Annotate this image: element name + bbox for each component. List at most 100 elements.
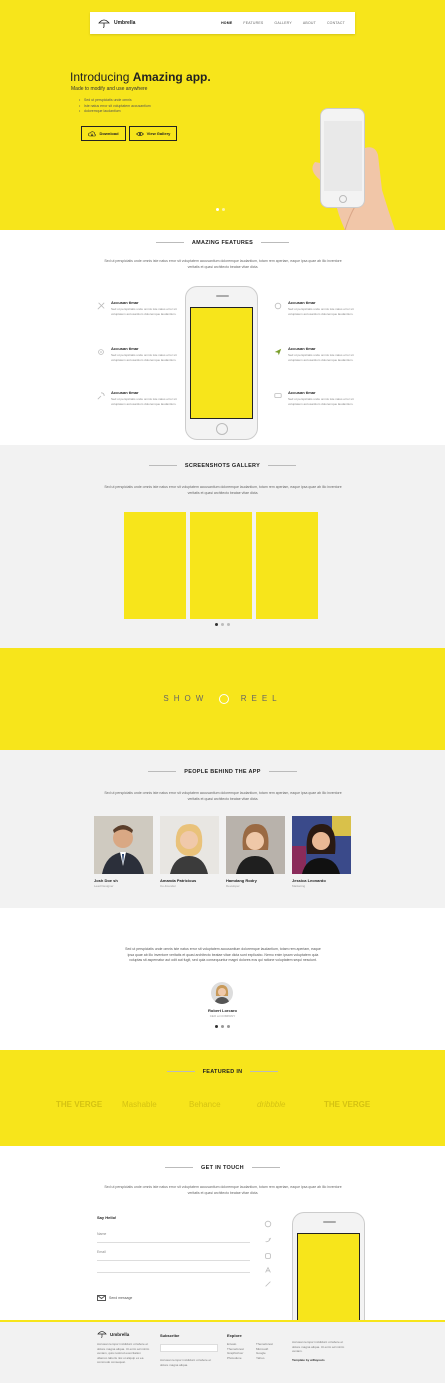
- feature-title: Accusan timar: [288, 346, 316, 351]
- hero-phone: [320, 108, 365, 208]
- phone-speaker: [216, 295, 229, 297]
- slider-dot[interactable]: [221, 1025, 224, 1028]
- member-role: Marketing: [292, 884, 306, 888]
- nav-gallery[interactable]: GALLERY: [274, 21, 291, 25]
- nav-home[interactable]: HOME: [221, 21, 232, 25]
- footer-credit[interactable]: Template by w3layouts: [292, 1358, 325, 1363]
- brand-logo-verge: THE VERGE: [324, 1100, 371, 1109]
- feature-text: Sed ut perspiciatis unde omnis iste natu…: [288, 397, 354, 406]
- team-member[interactable]: Amanda Patricious Co-Founder: [160, 816, 219, 888]
- feature-title: Accusan timar: [288, 390, 316, 395]
- subscribe-text: Accusan tempor incididunt ut labore et d…: [160, 1358, 212, 1367]
- slider-dot[interactable]: [221, 623, 224, 626]
- contact-phone: [292, 1212, 365, 1331]
- member-role: Developer: [226, 884, 240, 888]
- chat-icon: [274, 393, 282, 398]
- feature-text: Sed ut perspiciatis unde omnis iste natu…: [288, 307, 354, 316]
- email-label: Email: [97, 1250, 106, 1254]
- testimonial-avatar: [211, 982, 233, 1004]
- slider-dot[interactable]: [222, 208, 225, 211]
- brand-logo-mashable: Mashable: [122, 1100, 157, 1109]
- footer-brand: Umbrella: [110, 1331, 130, 1337]
- hero-bullets: Sed ut perspiciatis unde omnis Iste natu…: [84, 98, 151, 115]
- gallery-screenshot[interactable]: [256, 512, 318, 619]
- subscribe-input[interactable]: [160, 1344, 218, 1352]
- view-gallery-button[interactable]: View Gallery: [129, 126, 177, 141]
- member-name: Amanda Patricious: [160, 878, 197, 883]
- member-role: Co-Founder: [160, 884, 177, 888]
- feature-title: Accusan timar: [111, 346, 139, 351]
- send-message-button[interactable]: Send message: [97, 1295, 132, 1301]
- features-phone-screen: [190, 307, 253, 419]
- message-field[interactable]: [97, 1272, 250, 1273]
- explore-title: Explore: [227, 1333, 242, 1338]
- instagram-icon[interactable]: [264, 1252, 272, 1260]
- hero-title: Introducing Amazing app.: [70, 70, 211, 84]
- testimonial-author: Robert Lorcaro: [208, 1008, 237, 1013]
- team-member[interactable]: Josh Doe sh Lead Designer: [94, 816, 153, 888]
- team-title: PEOPLE BEHIND THE APP: [0, 769, 445, 775]
- brand-logo-behance: Behance: [189, 1100, 221, 1109]
- download-button[interactable]: Download: [81, 126, 126, 141]
- show-reel-label: SHOW REEL: [0, 694, 445, 704]
- contact-form-title: Say Hello!: [97, 1215, 117, 1220]
- name-field[interactable]: [97, 1242, 250, 1243]
- skype-icon[interactable]: [264, 1220, 272, 1228]
- contact-title: GET IN TOUCH: [0, 1165, 445, 1171]
- twitter-icon[interactable]: [264, 1236, 272, 1244]
- logo[interactable]: Umbrella: [98, 18, 135, 28]
- slider-dot[interactable]: [215, 1025, 218, 1028]
- view-gallery-label: View Gallery: [146, 131, 171, 136]
- feature-title: Accusan timar: [111, 390, 139, 395]
- contact-phone-screen: [297, 1233, 360, 1331]
- feature-title: Accusan timar: [111, 300, 139, 305]
- slider-dot[interactable]: [216, 208, 219, 211]
- gallery-screenshot[interactable]: [124, 512, 186, 619]
- features-title: AMAZING FEATURES: [0, 240, 445, 246]
- nav-links: HOME FEATURES GALLERY ABOUT CONTACT: [221, 21, 345, 25]
- member-photo: [226, 816, 285, 874]
- nav-contact[interactable]: CONTACT: [327, 21, 345, 25]
- featured-section: [0, 1050, 445, 1146]
- cloud-download-icon: [88, 130, 97, 136]
- feature-text: Sed ut perspiciatis unde omnis iste natu…: [111, 307, 177, 316]
- explore-link[interactable]: Graphicriver: [227, 1351, 244, 1356]
- footer-right-text: Accusan tempor incididunt ut labore et d…: [292, 1340, 345, 1353]
- team-member[interactable]: Hamdang Rodry Developer: [226, 816, 285, 888]
- slider-dot[interactable]: [227, 623, 230, 626]
- hero-title-bold: Amazing app.: [132, 70, 211, 84]
- gallery-slider-dots: [215, 623, 230, 626]
- contact-description: Sed ut perspiciatis unde omnis iste natu…: [104, 1185, 342, 1195]
- nav-features[interactable]: FEATURES: [243, 21, 263, 25]
- nav-about[interactable]: ABOUT: [303, 21, 316, 25]
- umbrella-icon: [97, 1331, 107, 1338]
- show-reel-right: REEL: [240, 694, 282, 704]
- gallery-screenshot[interactable]: [190, 512, 252, 619]
- member-name: Hamdang Rodry: [226, 878, 257, 883]
- member-photo: [94, 816, 153, 874]
- top-nav: Umbrella HOME FEATURES GALLERY ABOUT CON…: [90, 12, 355, 34]
- team-member[interactable]: Jessica Leonardo Marketing: [292, 816, 351, 888]
- explore-link[interactable]: Yahoo: [256, 1356, 273, 1361]
- footer-about: Accusan tempor incididunt ut labore et d…: [97, 1342, 150, 1364]
- featured-title: FEATURED IN: [0, 1069, 445, 1075]
- eye-icon: [135, 131, 144, 136]
- member-name: Jessica Leonardo: [292, 878, 326, 883]
- download-label: Download: [99, 131, 119, 136]
- slider-dot[interactable]: [227, 1025, 230, 1028]
- footer-logo[interactable]: Umbrella: [97, 1330, 129, 1338]
- page: Umbrella HOME FEATURES GALLERY ABOUT CON…: [0, 0, 445, 1383]
- explore-link[interactable]: Themeforest: [256, 1342, 273, 1347]
- email-field[interactable]: [97, 1260, 250, 1261]
- phone-speaker: [323, 1221, 336, 1223]
- member-photo: [160, 816, 219, 874]
- share-icon[interactable]: [264, 1280, 272, 1288]
- slider-dot[interactable]: [215, 623, 218, 626]
- target-icon: [97, 392, 105, 400]
- play-button[interactable]: [219, 694, 230, 704]
- explore-link[interactable]: Photodune: [227, 1356, 244, 1361]
- umbrella-icon: [98, 19, 110, 28]
- feature-text: Sed ut perspiciatis unde omnis iste natu…: [288, 353, 354, 362]
- home-button: [216, 423, 228, 435]
- font-icon[interactable]: [264, 1266, 272, 1274]
